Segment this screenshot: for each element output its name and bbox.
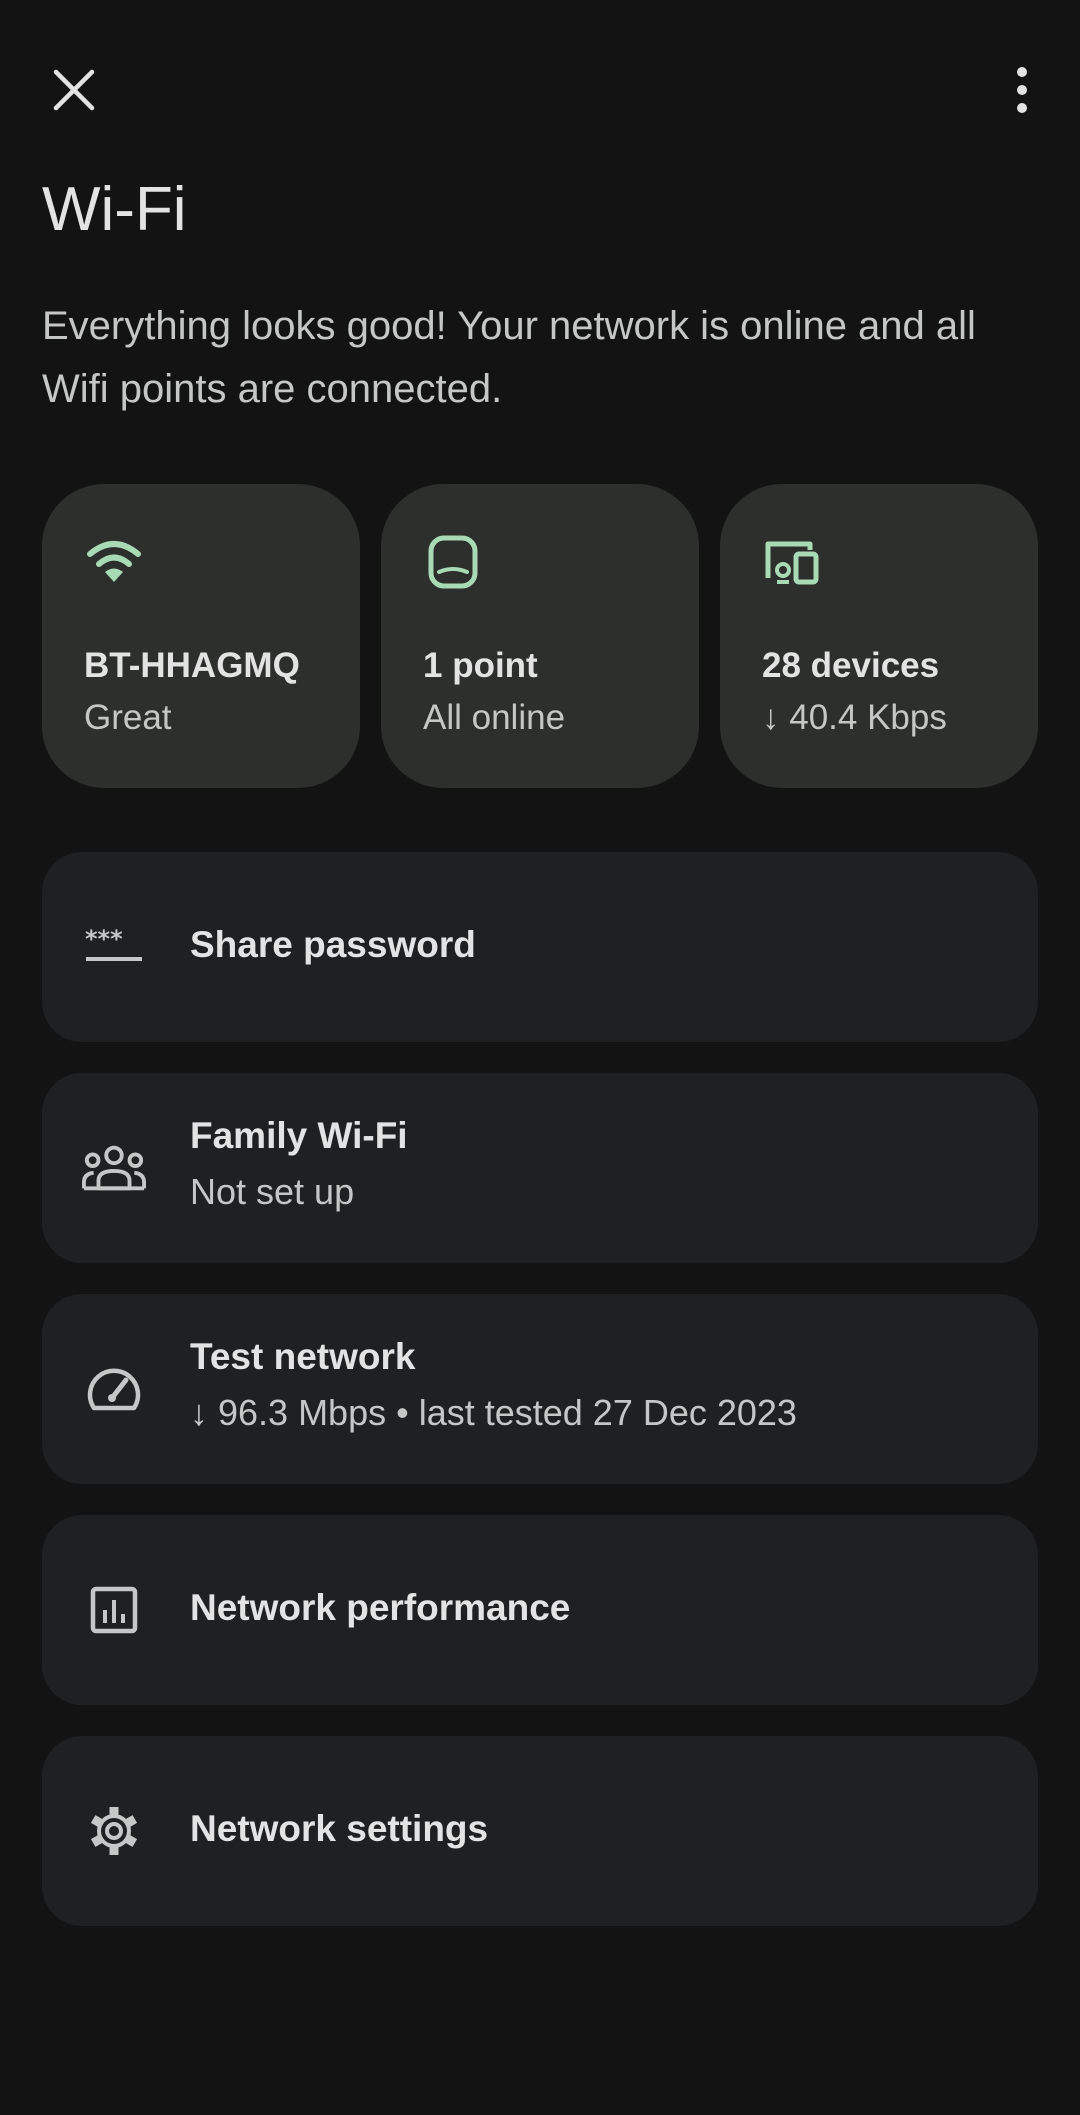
network-settings-label: Network settings xyxy=(190,1808,489,1849)
family-wifi-card[interactable]: Family Wi-Fi Not set up xyxy=(42,1073,1038,1263)
password-icon: *** xyxy=(82,915,146,979)
share-password-card[interactable]: *** Share password xyxy=(42,852,1038,1042)
family-wifi-status: Not set up xyxy=(190,1171,355,1212)
speed-test-icon xyxy=(82,1357,146,1421)
family-wifi-label: Family Wi-Fi xyxy=(190,1115,408,1156)
test-network-result: ↓ 96.3 Mbps • last tested 27 Dec 2023 xyxy=(190,1392,797,1433)
wifi-points-status: All online xyxy=(423,698,566,737)
network-performance-card[interactable]: Network performance xyxy=(42,1515,1038,1705)
performance-chart-icon xyxy=(82,1578,146,1642)
devices-icon xyxy=(765,541,819,585)
status-description: Everything looks good! Your network is o… xyxy=(42,304,976,411)
svg-text:***: *** xyxy=(85,927,123,953)
test-network-card[interactable]: Test network ↓ 96.3 Mbps • last tested 2… xyxy=(42,1294,1038,1484)
devices-count: 28 devices xyxy=(762,646,940,685)
close-icon xyxy=(53,69,95,111)
devices-download-rate: ↓ 40.4 Kbps xyxy=(762,698,947,737)
devices-tile[interactable]: 28 devices ↓ 40.4 Kbps xyxy=(720,484,1038,788)
network-status: Great xyxy=(84,698,172,737)
settings-gear-icon xyxy=(82,1799,146,1863)
more-vert-icon xyxy=(1017,67,1027,113)
family-icon xyxy=(82,1136,146,1200)
top-app-bar xyxy=(0,0,1080,170)
more-options-button[interactable] xyxy=(982,50,1062,130)
test-network-label: Test network xyxy=(190,1336,416,1377)
network-tile[interactable]: BT-HHAGMQ Great xyxy=(42,484,360,788)
wifi-point-icon xyxy=(428,535,478,589)
summary-tiles: BT-HHAGMQ Great 1 point All online 28 de… xyxy=(42,484,1038,788)
network-name: BT-HHAGMQ xyxy=(84,646,300,685)
page-title: Wi-Fi xyxy=(42,175,187,244)
network-performance-label: Network performance xyxy=(190,1587,571,1628)
share-password-label: Share password xyxy=(190,924,476,965)
wifi-points-tile[interactable]: 1 point All online xyxy=(381,484,699,788)
wifi-points-count: 1 point xyxy=(423,646,538,685)
close-button[interactable] xyxy=(34,50,114,130)
wifi-icon xyxy=(87,541,141,582)
network-settings-card[interactable]: Network settings xyxy=(42,1736,1038,1926)
